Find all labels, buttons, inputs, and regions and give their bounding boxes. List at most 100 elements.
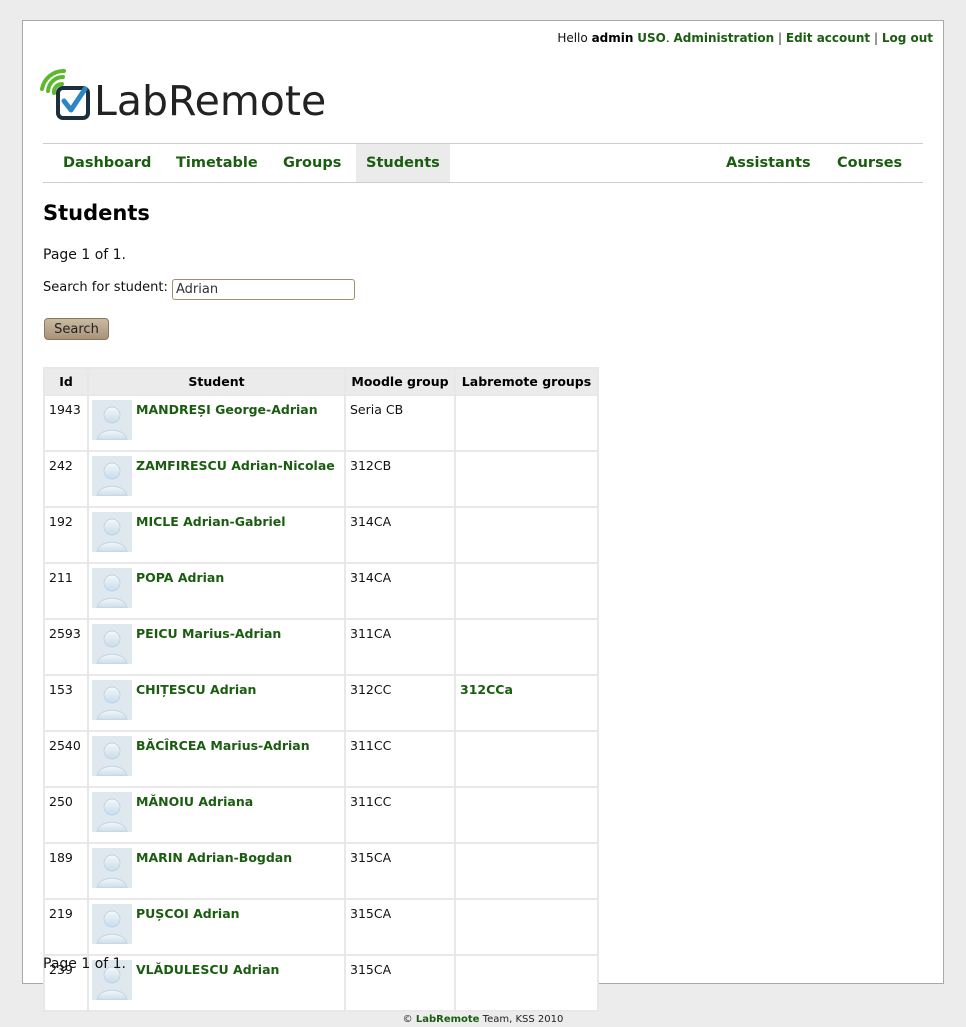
footer-brand-link[interactable]: LabRemote <box>416 1014 480 1025</box>
labremote-logo[interactable]: LabRemote <box>38 67 338 125</box>
avatar[interactable] <box>92 400 132 441</box>
table-row: 2593 PEICU Marius-Adrian 311CA <box>45 620 597 674</box>
cell-moodle-group: 314CA <box>346 508 454 562</box>
cell-moodle-group: 315CA <box>346 844 454 898</box>
page-title: Students <box>43 201 150 225</box>
cell-labremote-groups: 312CCa <box>456 676 597 730</box>
search-input[interactable] <box>172 279 355 300</box>
avatar[interactable] <box>92 512 132 553</box>
footer: © LabRemote Team, KSS 2010 <box>0 1014 966 1025</box>
cell-moodle-group: 312CB <box>346 452 454 506</box>
cell-moodle-group: 315CA <box>346 956 454 1010</box>
page-info-bottom: Page 1 of 1. <box>43 956 127 972</box>
cell-labremote-groups <box>456 788 597 842</box>
cell-id: 211 <box>45 564 87 618</box>
table-row: 153 CHIȚESCU Adrian 312CC 312CCa <box>45 676 597 730</box>
page-info-top: Page 1 of 1. <box>43 247 127 263</box>
cell-moodle-group: 314CA <box>346 564 454 618</box>
avatar[interactable] <box>92 624 132 665</box>
cell-student: POPA Adrian <box>89 564 344 618</box>
table-row: 239 VLĂDULESCU Adrian 315CA <box>45 956 597 1010</box>
cell-id: 219 <box>45 900 87 954</box>
cell-labremote-groups <box>456 396 597 450</box>
search-label: Search for student: <box>43 280 168 295</box>
cell-moodle-group: 311CA <box>346 620 454 674</box>
avatar[interactable] <box>92 456 132 497</box>
student-link[interactable]: MANDREȘI George-Adrian <box>136 402 318 417</box>
student-link[interactable]: PEICU Marius-Adrian <box>136 626 281 641</box>
cell-student: MANDREȘI George-Adrian <box>89 396 344 450</box>
student-link[interactable]: MARIN Adrian-Bogdan <box>136 850 292 865</box>
labremote-group-link[interactable]: 312CCa <box>460 682 513 697</box>
nav-timetable[interactable]: Timetable <box>166 144 268 182</box>
cell-student: MĂNOIU Adriana <box>89 788 344 842</box>
table-row: 219 PUȘCOI Adrian 315CA <box>45 900 597 954</box>
cell-labremote-groups <box>456 564 597 618</box>
administration-link[interactable]: Administration <box>674 31 775 45</box>
cell-labremote-groups <box>456 956 597 1010</box>
student-link[interactable]: VLĂDULESCU Adrian <box>136 962 279 977</box>
table-body: 1943 MANDREȘI George-Adrian Seria CB 242 ZAM… <box>45 396 597 1010</box>
copyright-symbol: © <box>402 1014 413 1025</box>
avatar[interactable] <box>92 568 132 609</box>
cell-labremote-groups <box>456 844 597 898</box>
log-out-link[interactable]: Log out <box>882 31 933 45</box>
cell-student: PEICU Marius-Adrian <box>89 620 344 674</box>
separator: | <box>873 31 878 45</box>
header-moodle-group: Moodle group <box>346 369 454 394</box>
student-link[interactable]: PUȘCOI Adrian <box>136 906 240 921</box>
cell-student: MICLE Adrian-Gabriel <box>89 508 344 562</box>
cell-student: VLĂDULESCU Adrian <box>89 956 344 1010</box>
student-link[interactable]: ZAMFIRESCU Adrian-Nicolae <box>136 458 335 473</box>
avatar[interactable] <box>92 680 132 721</box>
user-bar: Hello admin USO. Administration | Edit a… <box>557 31 933 45</box>
cell-id: 189 <box>45 844 87 898</box>
table-row: 211 POPA Adrian 314CA <box>45 564 597 618</box>
cell-labremote-groups <box>456 508 597 562</box>
nav-dashboard[interactable]: Dashboard <box>53 144 161 182</box>
footer-text: Team, KSS 2010 <box>482 1014 564 1025</box>
cell-id: 1943 <box>45 396 87 450</box>
cell-student: CHIȚESCU Adrian <box>89 676 344 730</box>
dot-text: . <box>665 31 670 45</box>
cell-student: ZAMFIRESCU Adrian-Nicolae <box>89 452 344 506</box>
student-link[interactable]: CHIȚESCU Adrian <box>136 682 256 697</box>
table-row: 192 MICLE Adrian-Gabriel 314CA <box>45 508 597 562</box>
cell-id: 2540 <box>45 732 87 786</box>
cell-id: 192 <box>45 508 87 562</box>
group-link[interactable]: USO <box>637 31 666 45</box>
avatar[interactable] <box>92 848 132 889</box>
cell-moodle-group: 312CC <box>346 676 454 730</box>
search-button[interactable]: Search <box>44 318 109 340</box>
cell-moodle-group: 311CC <box>346 732 454 786</box>
students-table: Id Student Moodle group Labremote groups… <box>43 367 599 1012</box>
nav-students[interactable]: Students <box>356 144 450 182</box>
student-link[interactable]: MICLE Adrian-Gabriel <box>136 514 286 529</box>
cell-labremote-groups <box>456 620 597 674</box>
main-nav: Dashboard Timetable Groups Students Assi… <box>43 143 923 183</box>
nav-courses[interactable]: Courses <box>827 144 912 182</box>
cell-id: 153 <box>45 676 87 730</box>
cell-student: MARIN Adrian-Bogdan <box>89 844 344 898</box>
username: admin <box>591 31 634 45</box>
edit-account-link[interactable]: Edit account <box>786 31 870 45</box>
table-row: 2540 BĂCÎRCEA Marius-Adrian 311CC <box>45 732 597 786</box>
logo-text: LabRemote <box>94 77 326 125</box>
student-link[interactable]: MĂNOIU Adriana <box>136 794 253 809</box>
cell-id: 250 <box>45 788 87 842</box>
table-row: 189 MARIN Adrian-Bogdan 315CA <box>45 844 597 898</box>
separator: | <box>778 31 783 45</box>
header-id: Id <box>45 369 87 394</box>
table-row: 1943 MANDREȘI George-Adrian Seria CB <box>45 396 597 450</box>
table-row: 242 ZAMFIRESCU Adrian-Nicolae 312CB <box>45 452 597 506</box>
cell-moodle-group: Seria CB <box>346 396 454 450</box>
student-link[interactable]: BĂCÎRCEA Marius-Adrian <box>136 738 310 753</box>
nav-assistants[interactable]: Assistants <box>716 144 821 182</box>
cell-student: BĂCÎRCEA Marius-Adrian <box>89 732 344 786</box>
nav-groups[interactable]: Groups <box>273 144 351 182</box>
avatar[interactable] <box>92 792 132 833</box>
student-link[interactable]: POPA Adrian <box>136 570 224 585</box>
table-header-row: Id Student Moodle group Labremote groups <box>45 369 597 394</box>
avatar[interactable] <box>92 736 132 777</box>
avatar[interactable] <box>92 904 132 945</box>
